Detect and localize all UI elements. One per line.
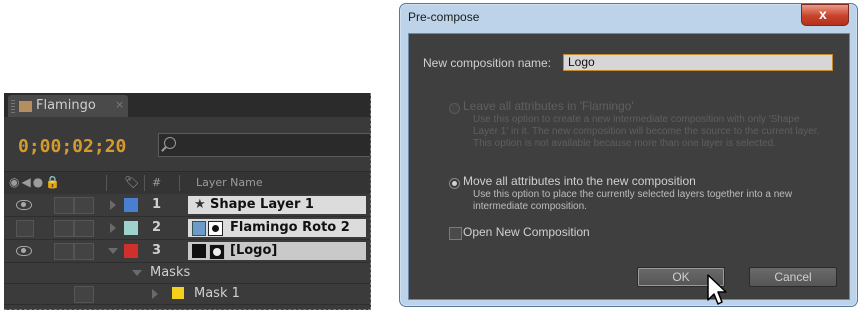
current-time-display[interactable]: 0;00;02;20 bbox=[18, 136, 126, 157]
layer-number-header: # bbox=[152, 176, 162, 189]
composition-icon bbox=[19, 101, 32, 112]
solo-switch[interactable] bbox=[54, 243, 74, 260]
shape-layer-star-icon: ★ bbox=[194, 197, 206, 212]
eye-icon[interactable] bbox=[16, 246, 32, 256]
layer-name-header[interactable]: Layer Name bbox=[196, 176, 263, 189]
audio-header-icon: ◀ bbox=[21, 175, 33, 189]
lock-switch[interactable] bbox=[74, 286, 94, 303]
twirl-down-icon[interactable] bbox=[132, 270, 142, 276]
column-divider[interactable] bbox=[106, 175, 107, 191]
label-swatch[interactable] bbox=[124, 244, 138, 258]
mask-name: Mask 1 bbox=[194, 286, 240, 301]
footage-icon bbox=[192, 221, 206, 236]
layer-name-field[interactable]: Flamingo Roto 2 bbox=[188, 219, 366, 237]
video-switch-off[interactable] bbox=[16, 220, 34, 237]
close-button[interactable]: x bbox=[801, 4, 849, 26]
label-swatch[interactable] bbox=[124, 221, 138, 235]
layer-name: [Logo] bbox=[230, 243, 278, 258]
composition-name-input[interactable] bbox=[563, 54, 833, 71]
layer-name-field[interactable]: [Logo] bbox=[188, 242, 366, 260]
twirl-right-icon[interactable] bbox=[110, 200, 116, 210]
solo-switch[interactable] bbox=[54, 220, 74, 237]
av-switches-header: ◉◀●🔒 bbox=[9, 175, 62, 189]
layer-mask-icon bbox=[208, 221, 223, 236]
timeline-panel: Flamingo × 0;00;02;20 ◉◀●🔒 🏷 # Layer Nam… bbox=[4, 93, 371, 310]
cancel-button[interactable]: Cancel bbox=[749, 267, 837, 287]
layer-row[interactable]: 3 [Logo] bbox=[4, 240, 370, 263]
masks-group-row[interactable]: Masks bbox=[4, 263, 370, 284]
open-new-composition-checkbox[interactable] bbox=[449, 227, 462, 240]
move-attributes-label[interactable]: Move all attributes into the new composi… bbox=[463, 174, 696, 188]
twirl-right-icon[interactable] bbox=[110, 223, 116, 233]
eye-icon[interactable] bbox=[16, 200, 32, 210]
layer-search-input[interactable] bbox=[158, 133, 370, 157]
twirl-down-icon[interactable] bbox=[108, 248, 118, 254]
label-swatch[interactable] bbox=[124, 198, 138, 212]
mask-row[interactable]: Mask 1 bbox=[4, 284, 370, 305]
layer-number: 2 bbox=[152, 220, 162, 235]
mask-color-swatch[interactable] bbox=[172, 287, 184, 299]
dialog-title: Pre-compose bbox=[408, 10, 480, 24]
layer-row[interactable]: 2 Flamingo Roto 2 bbox=[4, 217, 370, 240]
leave-attributes-radio bbox=[449, 103, 460, 114]
tab-close-icon[interactable]: × bbox=[115, 98, 124, 111]
dialog-body: New composition name: Leave all attribut… bbox=[408, 33, 850, 305]
layer-matte-icon bbox=[209, 244, 225, 260]
solid-color-icon bbox=[192, 244, 206, 258]
close-icon: x bbox=[819, 6, 827, 22]
leave-attributes-label: Leave all attributes in 'Flamingo' bbox=[463, 99, 634, 113]
twirl-right-icon[interactable] bbox=[152, 289, 158, 299]
column-divider[interactable] bbox=[144, 175, 145, 191]
lock-switch[interactable] bbox=[74, 243, 94, 260]
search-icon bbox=[164, 137, 176, 149]
layer-number: 3 bbox=[152, 243, 162, 258]
column-header-row: ◉◀●🔒 🏷 # Layer Name bbox=[4, 171, 370, 195]
layer-name: Flamingo Roto 2 bbox=[230, 220, 350, 235]
tab-bar: Flamingo × bbox=[4, 93, 370, 117]
masks-label: Masks bbox=[150, 265, 191, 280]
layer-row[interactable]: 1 ★ Shape Layer 1 bbox=[4, 194, 370, 217]
open-new-composition-label[interactable]: Open New Composition bbox=[463, 225, 590, 239]
lock-switch[interactable] bbox=[74, 220, 94, 237]
panel-grip-icon[interactable] bbox=[11, 100, 15, 113]
layer-number: 1 bbox=[152, 197, 162, 212]
tab-title: Flamingo bbox=[36, 98, 96, 113]
solo-header-icon: ● bbox=[32, 175, 46, 189]
solo-switch[interactable] bbox=[54, 197, 74, 214]
move-attributes-radio[interactable] bbox=[449, 178, 460, 189]
layer-name: Shape Layer 1 bbox=[210, 197, 314, 212]
leave-attributes-description: Use this option to create a new intermed… bbox=[473, 114, 820, 149]
composition-name-label: New composition name: bbox=[423, 56, 552, 70]
label-tag-icon: 🏷 bbox=[124, 175, 140, 189]
lock-switch[interactable] bbox=[74, 197, 94, 214]
layer-name-field[interactable]: ★ Shape Layer 1 bbox=[188, 196, 366, 214]
dialog-titlebar[interactable]: Pre-compose x bbox=[400, 4, 857, 32]
mouse-pointer-icon bbox=[707, 274, 727, 305]
tab-flamingo[interactable]: Flamingo × bbox=[8, 95, 128, 117]
column-divider[interactable] bbox=[179, 175, 180, 191]
eye-header-icon: ◉ bbox=[9, 175, 22, 189]
move-attributes-description: Use this option to place the currently s… bbox=[473, 189, 793, 212]
pre-compose-dialog: Pre-compose x New composition name: Leav… bbox=[399, 3, 858, 307]
lock-header-icon: 🔒 bbox=[45, 175, 63, 189]
